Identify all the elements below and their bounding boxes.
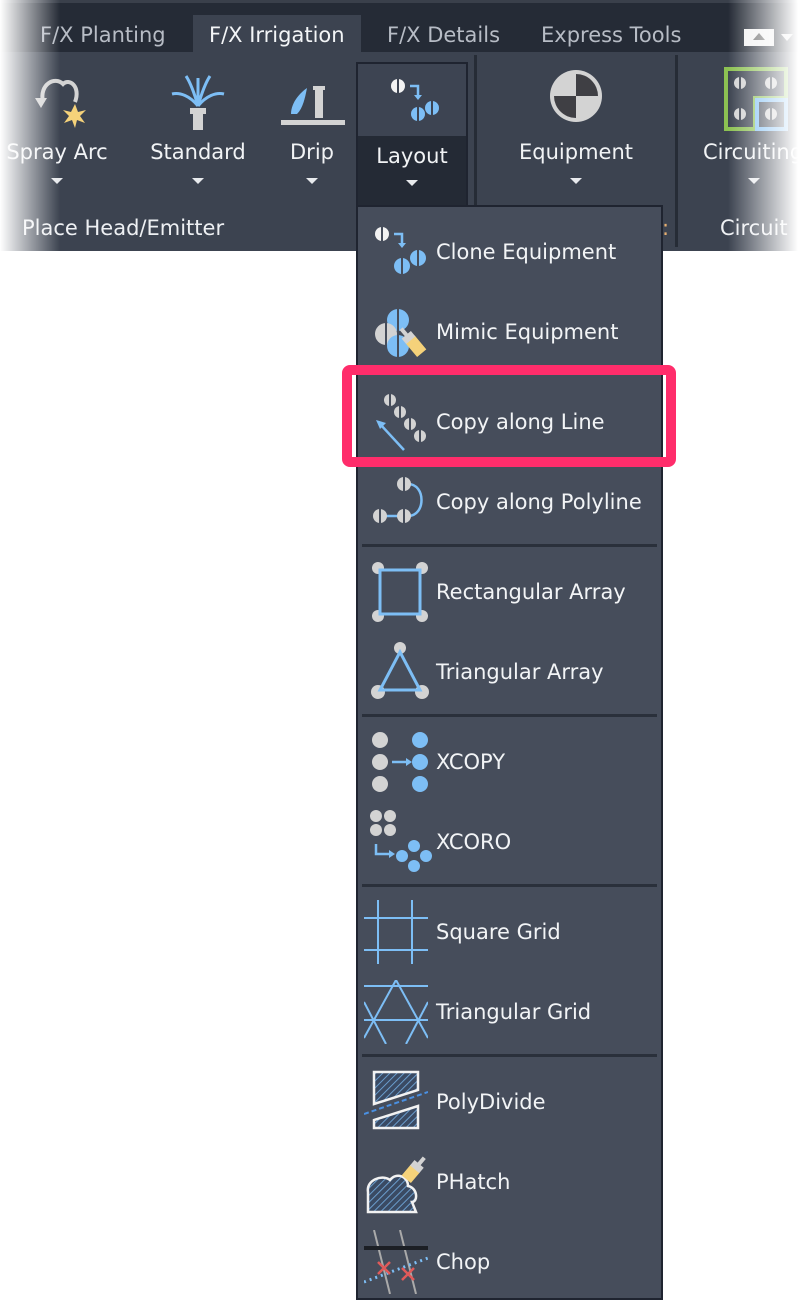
menu-item-label: Copy along Polyline (436, 490, 642, 514)
triangular-grid-icon (364, 980, 428, 1044)
layout-button[interactable]: Layout (356, 62, 468, 208)
menu-item-xcopy[interactable]: XCOPY (358, 722, 661, 802)
left-edge-fade (0, 0, 60, 251)
triangular-array-icon (371, 642, 429, 699)
panel-separator (675, 55, 678, 247)
menu-item-label: XCOPY (436, 750, 506, 774)
group-label-equipment-partial: : (662, 216, 670, 240)
equipment-button[interactable]: Equipment (492, 58, 660, 208)
menu-item-label: Triangular Array (436, 660, 604, 684)
chop-icon (364, 1230, 428, 1294)
phatch-icon (366, 1156, 426, 1214)
equipment-label: Equipment (519, 140, 633, 164)
menu-item-square-grid[interactable]: Square Grid (358, 892, 661, 972)
polydivide-icon (364, 1070, 428, 1130)
menu-item-copy-along-polyline[interactable]: Copy along Polyline (358, 462, 661, 542)
menu-separator (362, 714, 657, 717)
menu-item-xcoro[interactable]: XCORO (358, 802, 661, 882)
right-edge-fade (728, 0, 798, 251)
chevron-down-icon (306, 178, 318, 184)
menu-item-triangular-grid[interactable]: Triangular Grid (358, 972, 661, 1052)
drip-label: Drip (290, 140, 334, 164)
menu-item-label: PHatch (436, 1170, 511, 1194)
menu-item-phatch[interactable]: PHatch (358, 1142, 661, 1222)
menu-item-chop[interactable]: Chop (358, 1222, 661, 1302)
menu-item-label: Square Grid (436, 920, 561, 944)
menu-item-mimic-equipment[interactable]: Mimic Equipment (358, 292, 661, 372)
tab-fx-details[interactable]: F/X Details (371, 15, 516, 55)
menu-item-triangular-array[interactable]: Triangular Array (358, 632, 661, 712)
menu-separator (362, 1054, 657, 1057)
rectangular-array-icon (372, 562, 428, 622)
menu-item-polydivide[interactable]: PolyDivide (358, 1062, 661, 1142)
drip-button[interactable]: Drip (272, 58, 352, 208)
clone-equipment-icon (375, 226, 426, 275)
standard-button[interactable]: Standard (148, 58, 248, 208)
menu-item-label: PolyDivide (436, 1090, 546, 1114)
menu-item-label: Chop (436, 1250, 491, 1274)
ribbon-tab-bar: F/X Planting F/X Irrigation F/X Details … (0, 0, 798, 55)
tab-fx-irrigation[interactable]: F/X Irrigation (193, 15, 361, 55)
xcopy-icon (372, 732, 428, 792)
menu-item-label: XCORO (436, 830, 512, 854)
tab-express-tools[interactable]: Express Tools (525, 15, 697, 55)
chevron-down-icon (406, 180, 418, 186)
highlight-annotation-box (342, 365, 676, 467)
layout-label: Layout (376, 144, 448, 168)
menu-item-rectangular-array[interactable]: Rectangular Array (358, 552, 661, 632)
standard-head-icon (171, 75, 225, 130)
drip-icon (281, 86, 345, 125)
menu-item-clone-equipment[interactable]: Clone Equipment (358, 212, 661, 292)
xcoro-icon (370, 810, 432, 872)
menu-item-label: Rectangular Array (436, 580, 626, 604)
menu-separator (362, 544, 657, 547)
chevron-down-icon (192, 178, 204, 184)
square-grid-icon (364, 900, 428, 964)
mimic-equipment-icon (375, 308, 427, 358)
chevron-down-icon (570, 178, 582, 184)
menu-item-label: Mimic Equipment (436, 320, 619, 344)
standard-label: Standard (150, 140, 246, 164)
equipment-icon (550, 70, 602, 122)
copy-along-polyline-icon (373, 476, 423, 524)
menu-item-label: Triangular Grid (436, 1000, 592, 1024)
menu-item-label: Clone Equipment (436, 240, 617, 264)
layout-icon (391, 78, 439, 122)
menu-separator (362, 884, 657, 887)
